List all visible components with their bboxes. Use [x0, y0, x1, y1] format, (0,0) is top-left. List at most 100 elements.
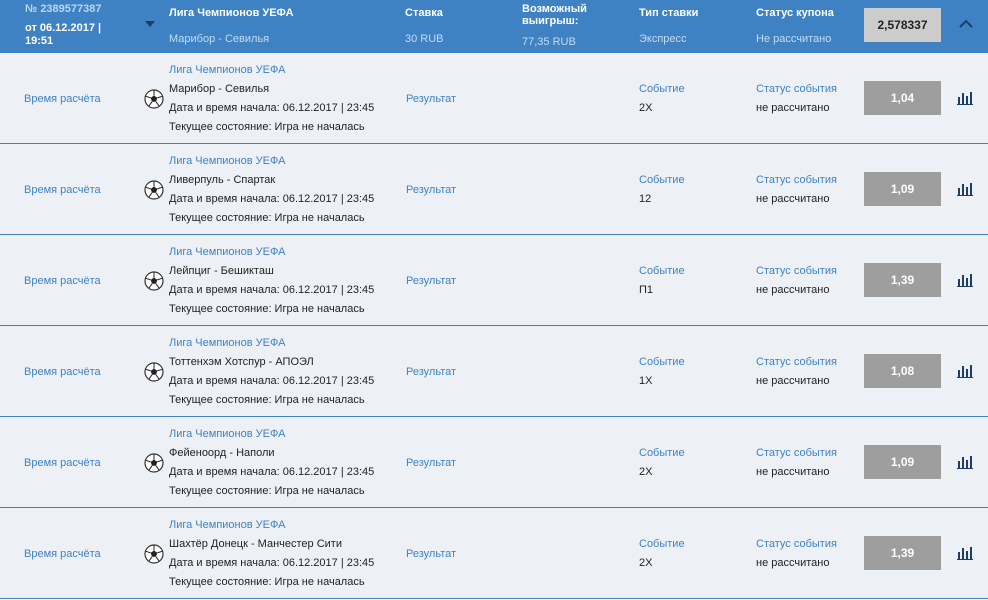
- event-status-value: не рассчитано: [756, 375, 830, 387]
- football-icon: [144, 271, 164, 291]
- event-label: Событие: [639, 356, 685, 368]
- calc-time-link[interactable]: Время расчёта: [24, 548, 101, 560]
- caret-down-icon[interactable]: [145, 21, 155, 27]
- calc-time-link[interactable]: Время расчёта: [24, 366, 101, 378]
- calc-time-link[interactable]: Время расчёта: [24, 275, 101, 287]
- calc-time-link[interactable]: Время расчёта: [24, 457, 101, 469]
- bet-row: Время расчёта Лига Чемпионов УЕФА Марибо…: [0, 53, 988, 144]
- event-value: П1: [639, 284, 654, 296]
- match-league: Лига Чемпионов УЕФА: [169, 155, 286, 167]
- event-status-value: не рассчитано: [756, 102, 830, 114]
- bar-chart-icon[interactable]: [956, 91, 974, 105]
- coupon-number: № 2389577387: [25, 3, 102, 15]
- result-link[interactable]: Результат: [406, 275, 456, 287]
- bar-chart-icon[interactable]: [956, 182, 974, 196]
- event-value: 1X: [639, 375, 653, 387]
- match-teams: Ливерпуль - Спартак: [169, 174, 276, 186]
- possible-win-value: 77,35 RUB: [522, 36, 576, 48]
- football-icon: [144, 453, 164, 473]
- event-value: 2X: [639, 102, 653, 114]
- football-icon: [144, 89, 164, 109]
- bet-row: Время расчёта Лига Чемпионов УЕФА Фейено…: [0, 417, 988, 508]
- coupon-header[interactable]: № 2389577387 от 06.12.2017 | 19:51 Лига …: [0, 0, 988, 53]
- event-status-value: не рассчитано: [756, 193, 830, 205]
- event-value: 2X: [639, 557, 653, 569]
- possible-win-label: Возможный выигрыш:: [522, 3, 587, 27]
- event-status-value: не рассчитано: [756, 557, 830, 569]
- match-start-time: Дата и время начала: 06.12.2017 | 23:45: [169, 102, 375, 114]
- match-start-time: Дата и время начала: 06.12.2017 | 23:45: [169, 466, 375, 478]
- match-start-time: Дата и время начала: 06.12.2017 | 23:45: [169, 193, 375, 205]
- match-league: Лига Чемпионов УЕФА: [169, 64, 286, 76]
- header-league: Лига Чемпионов УЕФА: [169, 7, 294, 19]
- match-state: Текущее состояние: Игра не началась: [169, 303, 365, 315]
- event-status-value: не рассчитано: [756, 466, 830, 478]
- odds-badge: 1,08: [864, 354, 941, 388]
- coupon-card: № 2389577387 от 06.12.2017 | 19:51 Лига …: [0, 0, 988, 600]
- match-league: Лига Чемпионов УЕФА: [169, 246, 286, 258]
- odds-badge: 1,09: [864, 445, 941, 479]
- event-value: 12: [639, 193, 652, 205]
- coupon-date: от 06.12.2017 | 19:51: [25, 22, 125, 48]
- odds-badge: 1,09: [864, 172, 941, 206]
- event-label: Событие: [639, 538, 685, 550]
- match-state: Текущее состояние: Игра не началась: [169, 485, 365, 497]
- total-odds-badge: 2,578337: [864, 8, 941, 42]
- match-state: Текущее состояние: Игра не началась: [169, 121, 365, 133]
- bet-row: Время расчёта Лига Чемпионов УЕФА Ливерп…: [0, 144, 988, 235]
- bar-chart-icon[interactable]: [956, 546, 974, 560]
- result-link[interactable]: Результат: [406, 548, 456, 560]
- match-league: Лига Чемпионов УЕФА: [169, 428, 286, 440]
- bar-chart-icon[interactable]: [956, 364, 974, 378]
- match-teams: Тоттенхэм Хотспур - АПОЭЛ: [169, 356, 314, 368]
- match-teams: Марибор - Севилья: [169, 83, 270, 95]
- result-link[interactable]: Результат: [406, 366, 456, 378]
- event-label: Событие: [639, 265, 685, 277]
- football-icon: [144, 180, 164, 200]
- match-league: Лига Чемпионов УЕФА: [169, 519, 286, 531]
- coupon-date-line2: 19:51: [25, 35, 54, 47]
- match-teams: Фейеноорд - Наполи: [169, 447, 275, 459]
- bet-type-label: Тип ставки: [639, 7, 699, 19]
- match-state: Текущее состояние: Игра не началась: [169, 212, 365, 224]
- match-start-time: Дата и время начала: 06.12.2017 | 23:45: [169, 557, 375, 569]
- event-status-value: не рассчитано: [756, 284, 830, 296]
- odds-badge: 1,39: [864, 263, 941, 297]
- header-match: Марибор - Севилья: [169, 33, 270, 45]
- coupon-date-line1: от 06.12.2017 |: [25, 22, 102, 34]
- football-icon: [144, 362, 164, 382]
- coupon-status-value: Не рассчитано: [756, 33, 832, 45]
- event-status-label: Статус события: [756, 174, 837, 186]
- bet-row: Время расчёта Лига Чемпионов УЕФА Тоттен…: [0, 326, 988, 417]
- odds-badge: 1,04: [864, 81, 941, 115]
- match-league: Лига Чемпионов УЕФА: [169, 337, 286, 349]
- bet-row: Время расчёта Лига Чемпионов УЕФА Лейпци…: [0, 235, 988, 326]
- coupon-status-label: Статус купона: [756, 7, 834, 19]
- chevron-up-icon[interactable]: [956, 14, 976, 34]
- event-label: Событие: [639, 174, 685, 186]
- match-state: Текущее состояние: Игра не началась: [169, 576, 365, 588]
- match-state: Текущее состояние: Игра не началась: [169, 394, 365, 406]
- odds-badge: 1,39: [864, 536, 941, 570]
- stake-value: 30 RUB: [405, 33, 444, 45]
- bet-row: Время расчёта Лига Чемпионов УЕФА Шахтёр…: [0, 508, 988, 599]
- match-teams: Лейпциг - Бешикташ: [169, 265, 274, 277]
- result-link[interactable]: Результат: [406, 93, 456, 105]
- match-start-time: Дата и время начала: 06.12.2017 | 23:45: [169, 284, 375, 296]
- football-icon: [144, 544, 164, 564]
- calc-time-link[interactable]: Время расчёта: [24, 93, 101, 105]
- bar-chart-icon[interactable]: [956, 273, 974, 287]
- result-link[interactable]: Результат: [406, 457, 456, 469]
- event-label: Событие: [639, 83, 685, 95]
- match-teams: Шахтёр Донецк - Манчестер Сити: [169, 538, 342, 550]
- result-link[interactable]: Результат: [406, 184, 456, 196]
- stake-label: Ставка: [405, 7, 443, 19]
- event-status-label: Статус события: [756, 538, 837, 550]
- bar-chart-icon[interactable]: [956, 455, 974, 469]
- bet-type-value: Экспресс: [639, 33, 687, 45]
- event-status-label: Статус события: [756, 447, 837, 459]
- calc-time-link[interactable]: Время расчёта: [24, 184, 101, 196]
- event-label: Событие: [639, 447, 685, 459]
- event-status-label: Статус события: [756, 356, 837, 368]
- event-status-label: Статус события: [756, 83, 837, 95]
